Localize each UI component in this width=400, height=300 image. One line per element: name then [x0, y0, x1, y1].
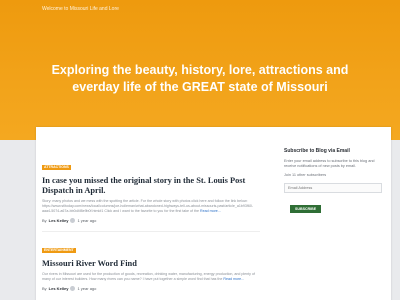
post-excerpt-text: Story: many photos and we mess with the … — [42, 199, 254, 213]
clock-icon — [70, 218, 76, 223]
site-tagline: Exploring the beauty, history, lore, att… — [51, 63, 349, 94]
post-title-link[interactable]: Missouri River Word Find — [42, 259, 260, 269]
post-byline: By Les Kelley 1 year ago — [42, 286, 260, 291]
post-date: 1 year ago — [77, 218, 97, 223]
widget-title: Subscribe to Blog via Email — [284, 148, 350, 154]
post-excerpt: Our rivers in Missouri are used for the … — [42, 272, 260, 282]
content-card: ATTRACTIONS In case you missed the origi… — [36, 127, 391, 300]
post-category-badge[interactable]: ATTRACTIONS — [42, 165, 71, 170]
author-link[interactable]: Les Kelley — [49, 218, 69, 223]
subscriber-count: Join 11 other subscribers — [284, 173, 327, 178]
post-category-badge[interactable]: ENTERTAINMENT — [42, 248, 76, 253]
email-input[interactable] — [284, 183, 382, 194]
post-item: ENTERTAINMENT Missouri River Word Find O… — [42, 238, 260, 291]
site-title[interactable]: Welcome to Missouri Life and Lore — [42, 6, 122, 13]
read-more-link[interactable]: Read more... — [223, 277, 244, 281]
widget-description: Enter your email address to subscribe to… — [284, 159, 375, 169]
clock-icon — [70, 286, 76, 291]
post-item: ATTRACTIONS In case you missed the origi… — [42, 155, 260, 223]
post-date: 1 year ago — [77, 286, 97, 291]
author-prefix: By — [42, 286, 47, 291]
post-excerpt: Story: many photos and we mess with the … — [42, 199, 260, 214]
author-link[interactable]: Les Kelley — [49, 286, 69, 291]
subscribe-button[interactable]: SUBSCRIBE — [290, 205, 322, 214]
post-title-link[interactable]: In case you missed the original story in… — [42, 176, 260, 196]
author-prefix: By — [42, 218, 47, 223]
post-divider — [42, 231, 260, 232]
hero-banner: Welcome to Missouri Life and Lore Explor… — [0, 0, 400, 140]
post-byline: By Les Kelley 1 year ago — [42, 218, 260, 223]
subscribe-widget: Subscribe to Blog via Email Enter your e… — [284, 148, 384, 215]
read-more-link[interactable]: Read more... — [200, 209, 221, 213]
